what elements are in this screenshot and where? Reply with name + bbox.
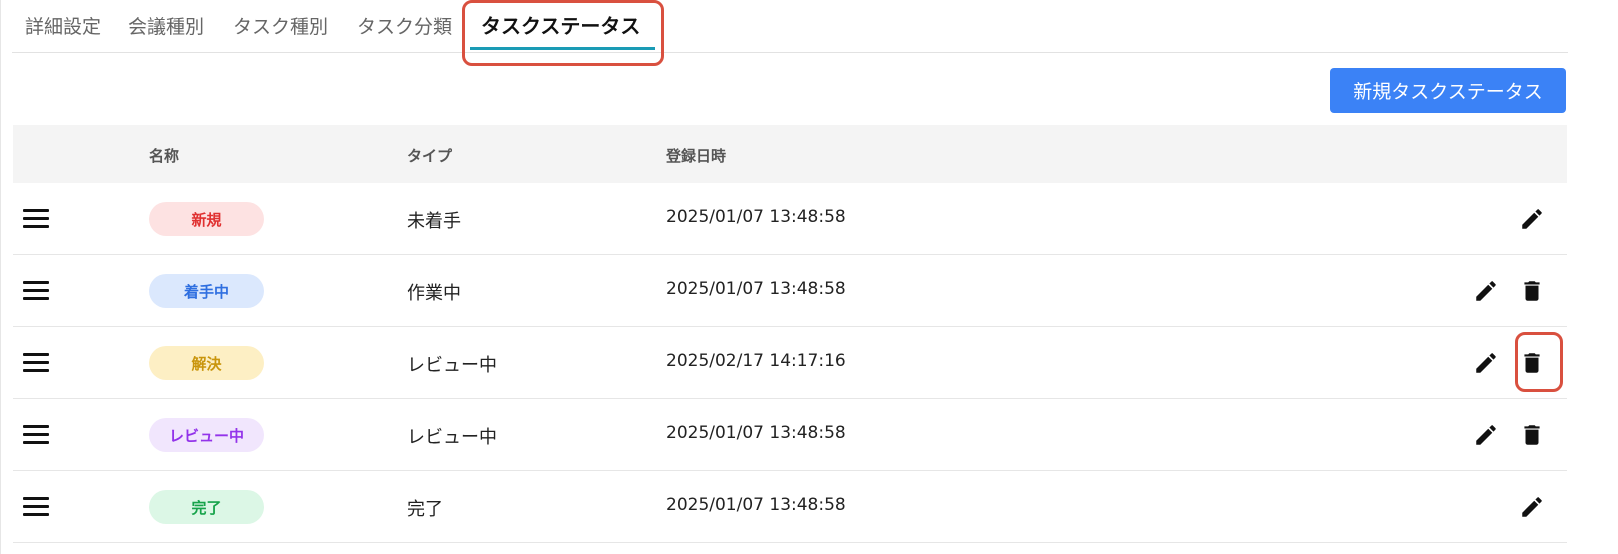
created-datetime: 2025/01/07 13:48:58 [666,423,846,443]
table-row: レビュー中 レビュー中 2025/01/07 13:48:58 [13,399,1567,471]
tab-task-categories[interactable]: タスク分類 [357,12,452,39]
settings-tabs: 詳細設定 会議種別 タスク種別 タスク分類 タスクステータス [12,0,1568,53]
pencil-icon[interactable] [1516,491,1548,523]
table-row: 解決 レビュー中 2025/02/17 14:17:16 [13,327,1567,399]
table-row: 新規 未着手 2025/01/07 13:48:58 [13,183,1567,255]
status-type: 未着手 [407,211,461,232]
status-badge: 着手中 [149,274,264,308]
status-type: 完了 [407,499,443,520]
trash-icon[interactable] [1516,275,1548,307]
created-datetime: 2025/01/07 13:48:58 [666,279,846,299]
status-badge: レビュー中 [149,418,264,452]
drag-handle-icon[interactable] [23,353,51,373]
left-border [0,0,1,554]
pencil-icon[interactable] [1470,275,1502,307]
created-datetime: 2025/01/07 13:48:58 [666,207,846,227]
tab-details[interactable]: 詳細設定 [25,12,101,39]
header-created: 登録日時 [666,147,727,165]
table-body: 新規 未着手 2025/01/07 13:48:58 着手中 作業中 2025/01/07… [13,183,1567,543]
drag-handle-icon[interactable] [23,281,51,301]
drag-handle-icon[interactable] [23,497,51,517]
status-badge: 完了 [149,490,264,524]
header-type: タイプ [407,147,453,165]
table-row: 完了 完了 2025/01/07 13:48:58 [13,471,1567,543]
drag-handle-icon[interactable] [23,209,51,229]
drag-handle-icon[interactable] [23,425,51,445]
delete-highlight-box [1515,332,1563,392]
created-datetime: 2025/01/07 13:48:58 [666,495,846,515]
new-task-status-button[interactable]: 新規タスクステータス [1330,68,1566,113]
table-row: 着手中 作業中 2025/01/07 13:48:58 [13,255,1567,327]
header-name: 名称 [149,147,180,165]
trash-icon[interactable] [1516,419,1548,451]
table-header: 名称 タイプ 登録日時 [13,125,1567,183]
status-badge: 新規 [149,202,264,236]
created-datetime: 2025/02/17 14:17:16 [666,351,846,371]
pencil-icon[interactable] [1516,203,1548,235]
pencil-icon[interactable] [1470,347,1502,379]
status-type: 作業中 [407,283,461,304]
task-status-table: 名称 タイプ 登録日時 新規 未着手 2025/01/07 13:48:58 着手中 作… [13,125,1567,543]
status-badge: 解決 [149,346,264,380]
status-type: レビュー中 [407,427,497,448]
pencil-icon[interactable] [1470,419,1502,451]
tab-task-types[interactable]: タスク種別 [233,12,328,39]
status-type: レビュー中 [407,355,497,376]
tab-meeting-types[interactable]: 会議種別 [128,12,204,39]
tab-highlight-box [462,0,664,66]
